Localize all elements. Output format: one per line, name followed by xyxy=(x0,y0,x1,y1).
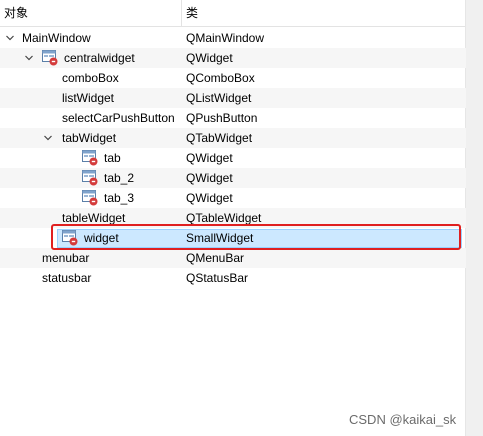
tree-item-class: QStatusBar xyxy=(186,271,249,285)
tree-item-name: comboBox xyxy=(62,71,119,85)
tree-item-name: menubar xyxy=(42,251,90,265)
tree-row-mainwindow[interactable]: MainWindow QMainWindow xyxy=(0,28,466,48)
tree-item-class: QWidget xyxy=(186,151,233,165)
tree-item-name: MainWindow xyxy=(22,31,91,45)
tree-row-tabwidget[interactable]: tabWidget QTabWidget xyxy=(0,128,466,148)
tree-row-centralwidget[interactable]: centralwidget QWidget xyxy=(0,48,466,68)
red-annotation-box xyxy=(51,224,461,250)
chevron-down-icon[interactable] xyxy=(25,54,33,62)
tree-item-class: QTabWidget xyxy=(186,131,253,145)
tree-item-name: tab xyxy=(104,151,121,165)
tree-row-statusbar[interactable]: statusbar QStatusBar xyxy=(0,268,466,288)
tree-item-class: QMainWindow xyxy=(186,31,265,45)
tree-row-tab-2[interactable]: tab_2 QWidget xyxy=(0,168,466,188)
tree-row-tab[interactable]: tab QWidget xyxy=(0,148,466,168)
tree-item-class: QWidget xyxy=(186,171,233,185)
tree-item-class: QListWidget xyxy=(186,91,252,105)
vertical-scrollbar[interactable] xyxy=(465,0,483,436)
widget-icon xyxy=(82,170,98,186)
tree-item-name: centralwidget xyxy=(64,51,135,65)
header-object-column[interactable]: 对象 xyxy=(4,0,28,26)
tree-item-name: selectCarPushButton xyxy=(62,111,175,125)
tree-item-class: QComboBox xyxy=(186,71,255,85)
chevron-down-icon[interactable] xyxy=(44,134,52,142)
widget-icon xyxy=(82,150,98,166)
widget-icon xyxy=(82,190,98,206)
tree-item-name: listWidget xyxy=(62,91,115,105)
chevron-down-icon[interactable] xyxy=(6,34,14,42)
tree-row-combobox[interactable]: comboBox QComboBox xyxy=(0,68,466,88)
tree-item-class: QWidget xyxy=(186,51,233,65)
tree-item-class: QPushButton xyxy=(186,111,258,125)
tree-item-class: QWidget xyxy=(186,191,233,205)
widget-icon xyxy=(42,50,58,66)
header-separator[interactable] xyxy=(181,0,182,26)
tree-row-selectcarpushbutton[interactable]: selectCarPushButton QPushButton xyxy=(0,108,466,128)
tree-item-name: tabWidget xyxy=(62,131,117,145)
tree-row-listwidget[interactable]: listWidget QListWidget xyxy=(0,88,466,108)
header-class-column[interactable]: 类 xyxy=(186,0,198,26)
tree-item-name: tab_3 xyxy=(104,191,135,205)
watermark: CSDN @kaikai_sk xyxy=(349,412,457,427)
tree-row-tab-3[interactable]: tab_3 QWidget xyxy=(0,188,466,208)
tree-item-name: statusbar xyxy=(42,271,92,285)
tree-row-menubar[interactable]: menubar QMenuBar xyxy=(0,248,466,268)
tree-item-class: QMenuBar xyxy=(186,251,245,265)
tree-header: 对象 类 xyxy=(0,0,466,27)
tree-item-name: tab_2 xyxy=(104,171,135,185)
object-inspector: 对象 类 MainWindow QMainWindow centralwidge… xyxy=(0,0,483,436)
